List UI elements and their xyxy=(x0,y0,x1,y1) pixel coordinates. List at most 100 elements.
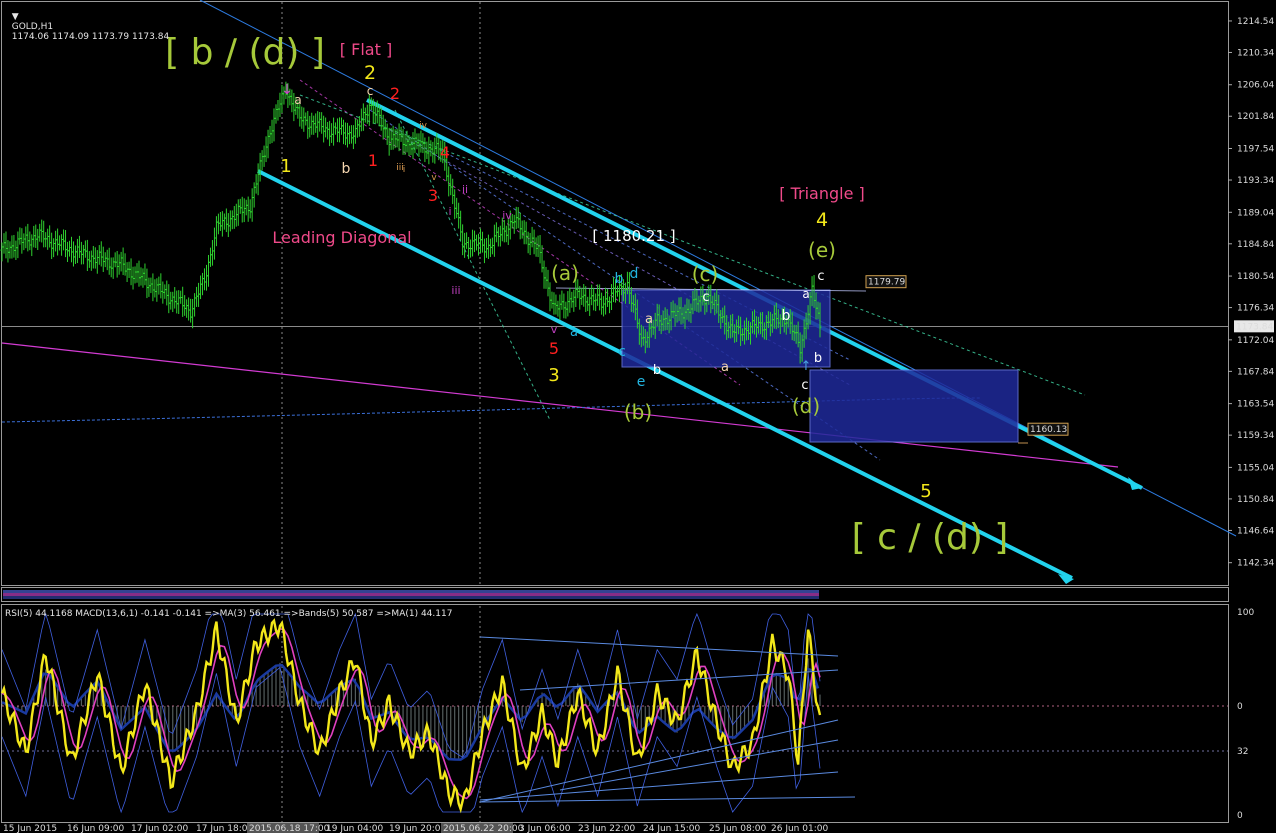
price-y-axis: 1214.54 1210.34 1206.04 1201.84 1197.54 1193.… xyxy=(1228,17,1274,569)
wave-label: v xyxy=(551,323,558,336)
time-label: 19 Jun 20:00 xyxy=(389,824,446,833)
price-tick-label: 1167.84 xyxy=(1237,367,1274,377)
wave-label: c xyxy=(367,84,374,98)
wave-label: (a) xyxy=(551,261,579,285)
time-axis: 15 Jun 2015 16 Jun 09:00 17 Jun 02:00 17 Ju… xyxy=(3,823,828,833)
wave-label: 2 xyxy=(390,84,400,103)
volume-band-1 xyxy=(3,593,819,596)
price-tick-label: 1189.04 xyxy=(1237,208,1274,218)
wave-label: a xyxy=(294,93,301,107)
time-label: 3 Jun 06:00 xyxy=(519,824,571,833)
wave-label: b xyxy=(342,161,351,177)
bottom-pivot-arrow: ↑ xyxy=(801,359,812,374)
wave-label: 3 xyxy=(428,186,438,205)
wave-label: d xyxy=(630,266,639,282)
wave-label: iv xyxy=(419,121,428,131)
price-tick-label: 1142.34 xyxy=(1237,559,1274,569)
chart-header: ▼ GOLD,H1 1174.06 1174.09 1173.79 1173.8… xyxy=(6,2,169,42)
wave-label: 3 xyxy=(548,365,559,386)
osc-tick-label: 32 xyxy=(1237,747,1248,757)
price-tick-label: 1184.84 xyxy=(1237,240,1274,250)
wave-label: b xyxy=(653,363,661,378)
time-label: 17 Jun 18:00 xyxy=(196,824,253,833)
price-tick-label: 1172.04 xyxy=(1237,336,1274,346)
wave-label: 2 xyxy=(364,62,376,84)
price-tick-label: 1214.54 xyxy=(1237,17,1274,27)
time-label: 23 Jun 22:00 xyxy=(578,824,635,833)
time-label: 2015.06.18 17:00 xyxy=(249,824,330,833)
time-label: 15 Jun 2015 xyxy=(3,824,57,833)
time-label: 19 Jun 04:00 xyxy=(326,824,383,833)
time-label: 25 Jun 08:00 xyxy=(709,824,766,833)
time-label: 17 Jun 02:00 xyxy=(131,824,188,833)
wave-label: [ Flat ] xyxy=(340,40,392,59)
wave-label: a xyxy=(645,312,653,327)
price-tick-label: 1150.84 xyxy=(1237,495,1274,505)
wave-label: 5 xyxy=(920,481,931,502)
wave-label: v xyxy=(431,173,437,183)
osc-trendline-1 xyxy=(479,796,856,803)
wave-label: [ Triangle ] xyxy=(779,184,865,203)
price-tick-label: 1163.54 xyxy=(1237,400,1274,410)
wave-label: iii xyxy=(396,163,404,173)
symbol-label: GOLD,H1 xyxy=(11,22,54,32)
price-tick-label: 1206.04 xyxy=(1237,81,1274,91)
wave-label: iii xyxy=(451,284,460,297)
target-zone-box xyxy=(809,369,1019,443)
time-label: 26 Jun 01:00 xyxy=(771,824,828,833)
osc-tick-label: 0 xyxy=(1237,811,1243,821)
wave-label: a xyxy=(721,360,729,375)
volume-band-2 xyxy=(3,596,819,599)
ohlc-values: 1174.06 1174.09 1173.79 1173.84 xyxy=(11,32,170,42)
wave-label: b xyxy=(814,351,822,366)
wave-label: (e) xyxy=(808,238,836,262)
wave-label: b xyxy=(782,308,791,324)
price-tick-label: 1155.04 xyxy=(1237,463,1274,473)
osc-tick-label: 0 xyxy=(1237,702,1243,712)
wave-label: [ b / (d) ] xyxy=(165,32,325,73)
wave-label: b xyxy=(615,271,624,287)
wave-label: c xyxy=(817,269,824,284)
projection-line-4 xyxy=(394,109,551,421)
wave-label: a xyxy=(570,325,578,340)
symbol-dropdown-icon[interactable]: ▼ xyxy=(12,12,19,22)
wave-label: 1 xyxy=(368,151,378,170)
price-tick-label: 1180.54 xyxy=(1237,272,1274,282)
wave-label: (d) xyxy=(792,394,820,418)
price-tick-label: 1197.54 xyxy=(1237,145,1274,155)
wave-label: iv xyxy=(502,209,512,222)
osc-trendline-3 xyxy=(479,771,839,801)
time-label: 24 Jun 15:00 xyxy=(643,824,700,833)
price-tick-label: 1146.64 xyxy=(1237,526,1274,536)
wave-label: (c) xyxy=(692,262,719,286)
wave-label: [ 1180.21 ] xyxy=(592,227,675,245)
wave-label: a xyxy=(802,287,809,301)
volume-band-0 xyxy=(3,590,819,593)
level-tag-label: 1179.79 xyxy=(868,278,905,288)
wave-label: 1 xyxy=(280,156,291,177)
time-label: 2015.06.22 20:00 xyxy=(443,824,524,833)
wave-label: e xyxy=(637,374,646,390)
indicator-header: RSI(5) 44.1168 MACD(13,6,1) -0.141 -0.14… xyxy=(5,609,453,619)
wave-label: 4 xyxy=(816,209,828,231)
price-tick-label: 1159.34 xyxy=(1237,431,1274,441)
wave-label: Leading Diagonal xyxy=(272,228,411,247)
wave-label: [ c / (d) ] xyxy=(852,517,1009,558)
price-tick-label: 1193.34 xyxy=(1237,176,1274,186)
price-tick-label: 1201.84 xyxy=(1237,112,1274,122)
price-tick-label: 1176.34 xyxy=(1237,304,1274,314)
wave-label: c xyxy=(801,378,808,393)
price-tick-label: 1210.34 xyxy=(1237,48,1274,58)
wave-label: 4 xyxy=(440,143,450,162)
wave-label: i xyxy=(448,205,451,218)
oscillator-plot: 100 0 32 0 xyxy=(0,608,1254,821)
current-price-label: 1173.84 xyxy=(1236,322,1273,332)
wave-label: (b) xyxy=(624,400,652,424)
wave-label: ii xyxy=(462,183,468,196)
level-tag-label: 1160.13 xyxy=(1030,425,1067,435)
time-label: 16 Jun 09:00 xyxy=(67,824,124,833)
chart-canvas[interactable]: 1214.54 1210.34 1206.04 1201.84 1197.54 1193.… xyxy=(0,0,1276,833)
wave-label: c xyxy=(618,344,626,360)
channel-upper-arrow xyxy=(1128,477,1142,490)
wave-label: c xyxy=(702,290,709,305)
